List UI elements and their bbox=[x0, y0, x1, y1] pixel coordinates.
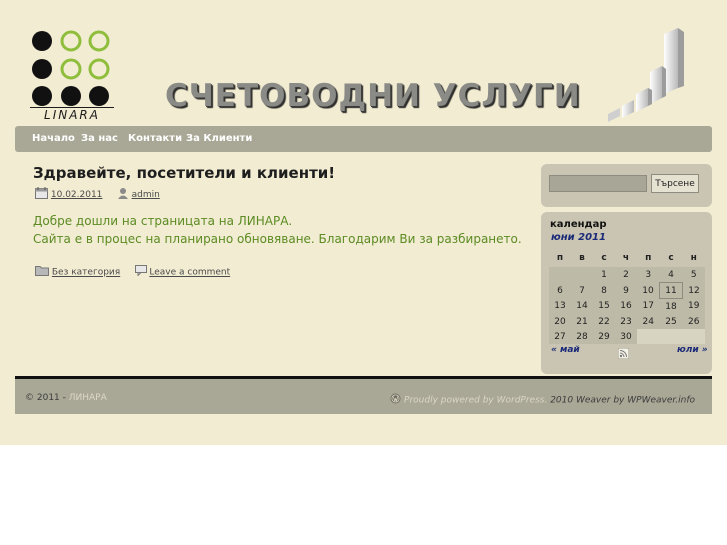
calendar-day-cell: 3 bbox=[637, 267, 660, 283]
calendar-day-cell: 24 bbox=[637, 314, 660, 329]
post-content: Добре дошли на страницата на ЛИНАРА. Сай… bbox=[33, 212, 522, 248]
weekday-header: с bbox=[668, 253, 674, 263]
calendar-day-cell bbox=[637, 329, 660, 344]
search-button[interactable]: Търсене bbox=[651, 174, 699, 193]
weekday-header: в bbox=[579, 253, 585, 263]
wordpress-icon bbox=[390, 393, 401, 407]
calendar-day-cell: 9 bbox=[615, 282, 637, 299]
menu-item-clients[interactable]: За Клиенти bbox=[186, 126, 252, 152]
post-category-link[interactable]: Без категория bbox=[52, 268, 120, 278]
search-input[interactable] bbox=[549, 175, 647, 192]
post-title[interactable]: Здравейте, посетители и клиенти! bbox=[33, 164, 335, 182]
calendar-day-cell: 27 bbox=[549, 329, 571, 344]
calendar-day-cell: 28 bbox=[571, 329, 593, 344]
menu-item-contacts[interactable]: Контакти bbox=[128, 126, 182, 152]
calendar-widget: календар юни 2011 п в с ч п с н 1 2 3 4 … bbox=[541, 212, 712, 374]
page-background: LINARA СЧЕТОВОДНИ УСЛУГИ Начало За нас К… bbox=[0, 0, 727, 445]
calendar-day-cell: 20 bbox=[549, 314, 571, 329]
powered-by: Proudly powered by WordPress. 2010 Weave… bbox=[390, 393, 695, 407]
leave-comment-link[interactable]: Leave a comment bbox=[149, 268, 230, 278]
main-menu: Начало За нас Контакти За Клиенти bbox=[15, 126, 712, 152]
post-author-link[interactable]: admin bbox=[132, 190, 160, 200]
calendar-day-cell: 10 bbox=[637, 282, 660, 299]
calendar-day-cell: 30 bbox=[615, 329, 637, 344]
post-date-link[interactable]: 10.02.2011 bbox=[51, 190, 103, 200]
calendar-day-cell: 6 bbox=[549, 282, 571, 299]
post-body-line-1: Добре дошли на страницата на ЛИНАРА. bbox=[33, 214, 293, 228]
calendar-caption: юни 2011 bbox=[551, 232, 606, 243]
powered-wordpress-link[interactable]: Proudly powered by WordPress. bbox=[404, 396, 547, 406]
author-icon bbox=[117, 187, 129, 202]
calendar-day-cell: 8 bbox=[593, 282, 615, 299]
calendar-day-cell: 1 bbox=[593, 267, 615, 283]
calendar-day-today: 11 bbox=[659, 282, 683, 299]
header-headline: СЧЕТОВОДНИ УСЛУГИ bbox=[165, 78, 581, 114]
calendar-day-cell bbox=[571, 267, 593, 283]
calendar-day-cell: 14 bbox=[571, 298, 593, 314]
chart-bars-icon bbox=[600, 26, 696, 122]
calendar-day-cell: 13 bbox=[549, 298, 571, 314]
site-footer: © 2011 - ЛИНАРА Proudly powered by WordP… bbox=[15, 379, 712, 414]
folder-icon bbox=[35, 265, 49, 279]
logo-text: LINARA bbox=[30, 107, 114, 122]
calendar-day-cell: 25 bbox=[659, 314, 683, 329]
calendar-day-cell: 16 bbox=[615, 298, 637, 314]
calendar-icon bbox=[35, 187, 48, 202]
menu-item-home[interactable]: Начало bbox=[32, 126, 75, 152]
weekday-header: п bbox=[645, 253, 652, 263]
calendar-day-cell: 12 bbox=[682, 282, 705, 299]
calendar-heading: календар bbox=[550, 219, 607, 230]
post-body-line-2: Сайта е в процес на планирано обновяване… bbox=[33, 232, 522, 246]
calendar-day-cell: 23 bbox=[615, 314, 637, 329]
weekday-header: н bbox=[690, 253, 697, 263]
rss-icon[interactable] bbox=[617, 344, 630, 363]
calendar-day-cell bbox=[682, 329, 705, 344]
calendar-day-cell: 21 bbox=[571, 314, 593, 329]
weekday-header: п bbox=[556, 253, 564, 263]
calendar-day-cell: 2 bbox=[615, 267, 637, 283]
calendar-day-cell: 4 bbox=[659, 267, 683, 283]
calendar-day-cell: 7 bbox=[571, 282, 593, 299]
calendar-day-cell: 5 bbox=[682, 267, 705, 283]
weekday-header: с bbox=[601, 253, 607, 263]
post-meta: 10.02.2011 admin bbox=[35, 187, 160, 201]
calendar-day-cell bbox=[659, 329, 683, 344]
search-widget: Търсене bbox=[541, 164, 712, 207]
copyright: © 2011 - ЛИНАРА bbox=[25, 393, 107, 403]
calendar-day-cell: 17 bbox=[637, 298, 660, 314]
weekday-header: ч bbox=[622, 253, 630, 263]
calendar-day-cell: 26 bbox=[682, 314, 705, 329]
menu-item-about[interactable]: За нас bbox=[81, 126, 118, 152]
calendar-day-cell bbox=[549, 267, 571, 283]
calendar-prev-link[interactable]: « май bbox=[551, 345, 580, 355]
post-footer: Без категория Leave a comment bbox=[35, 265, 230, 279]
calendar-table: п в с ч п с н 1 2 3 4 5 6 7 8 9 10 11 12… bbox=[549, 249, 705, 344]
theme-credit-link[interactable]: 2010 Weaver by WPWeaver.info bbox=[550, 396, 695, 406]
copyright-text: © 2011 - bbox=[25, 393, 66, 403]
calendar-day-cell: 29 bbox=[593, 329, 615, 344]
calendar-day-cell: 19 bbox=[682, 298, 705, 314]
footer-site-link[interactable]: ЛИНАРА bbox=[69, 393, 107, 403]
calendar-day-cell: 22 bbox=[593, 314, 615, 329]
calendar-day-cell: 18 bbox=[659, 298, 683, 314]
comment-icon bbox=[134, 265, 147, 279]
calendar-next-link[interactable]: юли » bbox=[677, 345, 708, 355]
site-logo[interactable]: LINARA bbox=[30, 30, 114, 122]
calendar-day-cell: 15 bbox=[593, 298, 615, 314]
